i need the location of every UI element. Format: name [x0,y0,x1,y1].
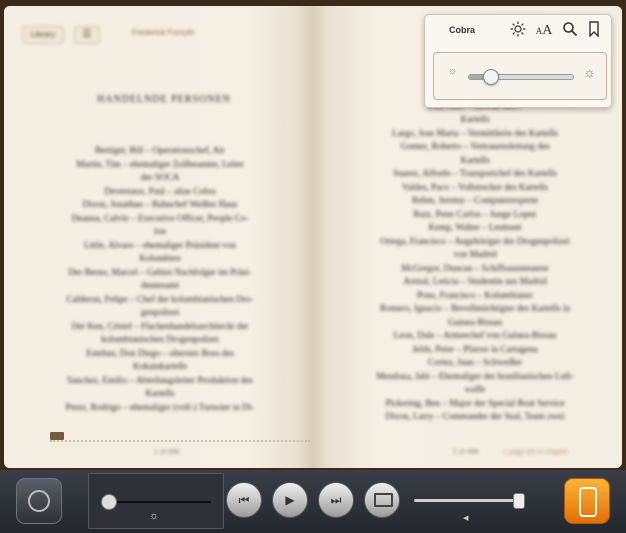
airplay-button[interactable] [364,482,400,518]
left-entry: dentenamt [140,280,180,290]
right-entry: Kemp, Walter – Leutnant [428,222,522,232]
right-entry: Rehm, Jeremy – Computerexperte [411,195,539,205]
left-entry: Bertiger, Bill – Operationschef, Air [95,145,225,155]
brightness-slider[interactable] [468,69,574,85]
dim-sun-icon: ☼ [448,66,458,77]
left-entry: Perez, Rodrigo – ehemaliger (voll-) Turn… [65,401,255,412]
right-entry: Largo, Jose Maria – Vermittlerin des Kar… [392,127,558,138]
right-entries: Ans...Luz, Julio – Anwalt des...Kartells… [340,86,610,424]
volume-slider-knob[interactable] [512,493,525,509]
page-scrubber-knob[interactable] [50,432,64,440]
right-subtitle: Kartells [460,114,490,124]
right-entry: Cortez, Juan – Schweißer [428,357,522,367]
sun-icon[interactable] [509,21,527,39]
left-entry: Der Berno, Marcel – Gehirn Nachfolger im… [68,266,252,277]
popover-book-title: Cobra [449,25,476,35]
next-track-button[interactable]: ⏭ [318,482,354,518]
left-entry: Little, Alvaro – ehemaliger Präsident vo… [83,239,237,250]
left-entry: Dixon, Jonathan – Bahnchef Weißes Haus [82,199,238,209]
dock-brightness-panel: ☼ [88,473,224,529]
dock-brightness-slider[interactable] [101,494,211,510]
left-entries: Bertiger, Bill – Operationschef, Air Mart… [42,144,278,414]
pages-left-label: 1 page left in chapter [503,449,569,456]
chapter-heading: HANDELNDE PERSONEN [97,94,231,105]
right-entry: Leon, Dale – Armeechef von Guinea-Bissau [393,330,557,340]
dock-sun-icon: ☼ [149,510,160,522]
left-entry: Kartells [145,388,175,398]
music-app-icon[interactable] [564,478,610,524]
volume-icon: ◀ [463,515,469,522]
right-entry: Ortega, Francisco – Angehöriger der Drog… [380,235,570,246]
font-size-icon[interactable]: AA [535,21,553,39]
right-entry: McGregor, Duncan – Schiffsaussteuerer [401,262,549,273]
left-page-number: 1 of 498 [154,449,180,456]
right-entry: Romero, Ignacio – Bevollmächtigter des K… [379,303,571,313]
left-entry: Der Ken, Cristel – Flachenhandelsarchite… [71,320,249,331]
book-author: Frederick Forsyth [132,28,195,37]
right-entry: Pickering, Ben – Major der Special Boat … [385,397,565,408]
play-button[interactable]: ▶ [272,482,308,518]
right-entry: Suarez, Alfredo – Transportchef des Kart… [393,168,557,178]
left-entry: Calderon, Felipe – Chef der kolumbianisc… [66,293,254,304]
right-entry: Ruiz, Peter Carlos – Junge Lopez [413,208,537,219]
left-entry: genpolizei [140,307,180,317]
contents-button[interactable]: ☰ [74,26,100,44]
clock-app-icon[interactable] [16,478,62,524]
book-frame: Library ☰ Frederick Forsyth HANDELNDE PE… [0,0,626,470]
previous-track-button[interactable]: ⏮ [226,482,262,518]
library-button[interactable]: Library [22,26,64,44]
right-entry: Pons, Francisco – Kolumbianer [417,289,533,300]
left-entry: Deanna, Calvin – Executive Officer, Peop… [71,212,249,223]
right-entry: Arenal, Leticia – Studentin aus Madrid [403,276,547,286]
right-entry: Mendoza, Jabi – Ehemaliger der brasilian… [376,370,574,381]
left-entry: Esteban, Don Diego – oberster Boss des [86,347,234,358]
volume-slider[interactable] [414,493,525,509]
multitasking-dock: ☼ ⏮ ▶ ⏭ ◀ [0,470,626,533]
right-entry: waffe [464,384,486,394]
brightness-popover: Cobra AA ☼ ☼ [424,14,612,108]
left-page[interactable]: Library ☰ Frederick Forsyth HANDELNDE PE… [4,6,313,468]
right-page-number: 2 of 498 [453,449,479,456]
brightness-slider-knob[interactable] [482,69,499,85]
left-entry: Sanchez, Emilio – Abteilungsleiter Produ… [67,374,253,385]
left-entry: der SOCA [140,172,180,182]
left-entry: lon [154,226,166,236]
right-entry: Guinea-Bissau [447,316,503,327]
left-entry: kolumbianischen Drogenpolizei [101,334,219,344]
left-entry: Kokainkartells [132,361,188,371]
bright-sun-icon: ☼ [583,64,596,80]
brightness-control: ☼ ☼ [433,52,607,100]
left-entry: Kolumbien [139,253,181,263]
right-entry: Gomez, Roberto – Vertrauensleitung des [400,141,550,151]
right-entry: Kartells [460,154,490,165]
bookmark-icon[interactable] [585,21,603,39]
left-entry: Devereaux, Paul – alias Cobra [104,185,216,196]
dock-brightness-knob[interactable] [101,494,118,510]
right-entry: Valdes, Paco – Vollstrecker des Kartells [401,181,549,192]
right-entry: Dixon, Larry – Commander der Seal, Team … [385,411,565,421]
search-icon[interactable] [561,21,579,39]
right-entry: Jelds, Peter – Pfarrer in Cartagena [412,343,538,354]
page-scrubber[interactable] [50,434,310,442]
left-entry: Martin, Tim – ehemaliger Zollbeamter, Le… [76,158,244,169]
right-entry: von Madrid [453,249,497,259]
